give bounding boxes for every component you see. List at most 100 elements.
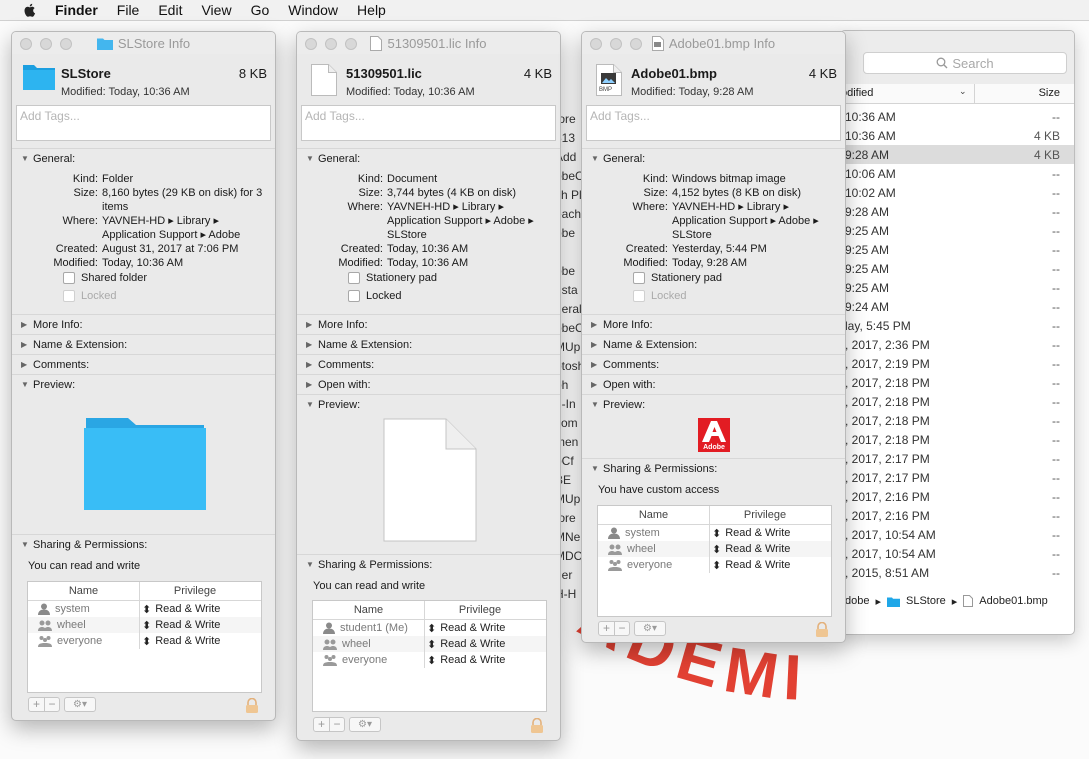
column-name[interactable]: Name	[28, 582, 140, 600]
section-general[interactable]: ▼ General:	[582, 148, 845, 168]
section-comments[interactable]: ▶ Comments:	[582, 354, 845, 374]
file-row[interactable]: 9:28 AM --	[841, 202, 1074, 221]
tags-field[interactable]: Add Tags...	[301, 105, 556, 141]
section-open-with[interactable]: ▶ Open with:	[582, 374, 845, 394]
section-general[interactable]: ▼ General:	[297, 148, 560, 168]
file-row[interactable]: 9:28 AM 4 KB	[841, 145, 1074, 164]
locked-checkbox[interactable]: Locked	[348, 290, 401, 302]
menu-go[interactable]: Go	[251, 2, 270, 18]
file-row[interactable]: 9:25 AM --	[841, 240, 1074, 259]
column-name[interactable]: Name	[598, 506, 710, 524]
stepper-icon[interactable]: ⬍	[142, 603, 151, 616]
section-preview[interactable]: ▼ Preview:	[12, 374, 275, 394]
chevron-down-icon[interactable]: ⌄	[959, 86, 967, 97]
file-row[interactable]: , 2017, 2:18 PM --	[841, 373, 1074, 392]
column-divider[interactable]	[974, 84, 975, 104]
file-row[interactable]: 10:06 AM --	[841, 164, 1074, 183]
stepper-icon[interactable]: ⬍	[142, 635, 151, 648]
stepper-icon[interactable]: ⬍	[142, 619, 151, 632]
section-more-info[interactable]: ▶ More Info:	[297, 314, 560, 334]
file-row[interactable]: , 2015, 8:51 AM --	[841, 563, 1074, 582]
lock-icon[interactable]	[530, 718, 544, 734]
menu-edit[interactable]: Edit	[158, 2, 182, 18]
menu-file[interactable]: File	[117, 2, 140, 18]
file-row[interactable]: , 2017, 10:54 AM --	[841, 525, 1074, 544]
section-sharing[interactable]: ▼ Sharing & Permissions:	[12, 534, 275, 554]
add-button[interactable]: +	[314, 718, 329, 731]
file-row[interactable]: 9:25 AM --	[841, 278, 1074, 297]
section-name-extension[interactable]: ▶ Name & Extension:	[12, 334, 275, 354]
gear-menu-button[interactable]: ⚙▾	[64, 697, 96, 712]
section-sharing[interactable]: ▼ Sharing & Permissions:	[582, 458, 845, 478]
section-preview[interactable]: ▼ Preview:	[297, 394, 560, 414]
file-row[interactable]: , 2017, 2:18 PM --	[841, 411, 1074, 430]
shared-folder-checkbox[interactable]: Shared folder	[63, 272, 147, 284]
minimize-button[interactable]	[610, 38, 622, 50]
file-row[interactable]: 10:36 AM --	[841, 107, 1074, 126]
permission-row[interactable]: everyone ⬍ Read & Write	[28, 633, 261, 649]
title-bar[interactable]: 51309501.lic Info	[297, 32, 560, 54]
stepper-icon[interactable]: ⬍	[427, 622, 436, 635]
permission-row[interactable]: system ⬍ Read & Write	[28, 601, 261, 617]
file-row[interactable]: lay, 5:45 PM --	[841, 316, 1074, 335]
permission-row[interactable]: wheel ⬍ Read & Write	[313, 636, 546, 652]
title-bar[interactable]: Adobe01.bmp Info	[582, 32, 845, 54]
column-size[interactable]: Size	[1039, 87, 1060, 99]
close-button[interactable]	[20, 38, 32, 50]
remove-button[interactable]: −	[614, 622, 629, 635]
stationery-pad-checkbox[interactable]: Stationery pad	[348, 272, 437, 284]
remove-button[interactable]: −	[329, 718, 344, 731]
search-field[interactable]: Search	[863, 52, 1067, 74]
lock-icon[interactable]	[815, 622, 829, 638]
column-privilege[interactable]: Privilege	[710, 506, 820, 524]
section-more-info[interactable]: ▶ More Info:	[582, 314, 845, 334]
file-row[interactable]: , 2017, 2:18 PM --	[841, 430, 1074, 449]
apple-menu-icon[interactable]	[22, 2, 38, 18]
section-more-info[interactable]: ▶ More Info:	[12, 314, 275, 334]
file-row[interactable]: 10:02 AM --	[841, 183, 1074, 202]
add-button[interactable]: +	[29, 698, 44, 711]
column-privilege[interactable]: Privilege	[140, 582, 250, 600]
stepper-icon[interactable]: ⬍	[712, 543, 721, 556]
file-row[interactable]: 9:24 AM --	[841, 297, 1074, 316]
section-preview[interactable]: ▼ Preview:	[582, 394, 845, 414]
locked-checkbox[interactable]: Locked	[63, 290, 116, 302]
column-name[interactable]: Name	[313, 601, 425, 619]
section-name-extension[interactable]: ▶ Name & Extension:	[582, 334, 845, 354]
path-segment-file[interactable]: Adobe01.bmp	[979, 595, 1048, 607]
section-comments[interactable]: ▶ Comments:	[297, 354, 560, 374]
minimize-button[interactable]	[325, 38, 337, 50]
stepper-icon[interactable]: ⬍	[712, 559, 721, 572]
locked-checkbox[interactable]: Locked	[633, 290, 686, 302]
file-row[interactable]: , 2017, 2:17 PM --	[841, 449, 1074, 468]
file-row[interactable]: , 2017, 2:16 PM --	[841, 487, 1074, 506]
zoom-button[interactable]	[345, 38, 357, 50]
file-row[interactable]: , 2017, 2:19 PM --	[841, 354, 1074, 373]
menu-finder[interactable]: Finder	[55, 2, 98, 18]
stepper-icon[interactable]: ⬍	[427, 638, 436, 651]
file-row[interactable]: , 2017, 10:54 AM --	[841, 544, 1074, 563]
zoom-button[interactable]	[630, 38, 642, 50]
section-sharing[interactable]: ▼ Sharing & Permissions:	[297, 554, 560, 574]
lock-icon[interactable]	[245, 698, 259, 714]
permission-row[interactable]: system ⬍ Read & Write	[598, 525, 831, 541]
minimize-button[interactable]	[40, 38, 52, 50]
section-name-extension[interactable]: ▶ Name & Extension:	[297, 334, 560, 354]
menu-window[interactable]: Window	[288, 2, 338, 18]
file-row[interactable]: 10:36 AM 4 KB	[841, 126, 1074, 145]
menu-view[interactable]: View	[201, 2, 231, 18]
path-segment-adobe[interactable]: dobe	[845, 595, 869, 607]
file-row[interactable]: , 2017, 2:18 PM --	[841, 392, 1074, 411]
file-row[interactable]: 9:25 AM --	[841, 221, 1074, 240]
gear-menu-button[interactable]: ⚙▾	[634, 621, 666, 636]
file-row[interactable]: 9:25 AM --	[841, 259, 1074, 278]
permission-row[interactable]: wheel ⬍ Read & Write	[28, 617, 261, 633]
permission-row[interactable]: everyone ⬍ Read & Write	[313, 652, 546, 668]
close-button[interactable]	[305, 38, 317, 50]
tags-field[interactable]: Add Tags...	[586, 105, 841, 141]
zoom-button[interactable]	[60, 38, 72, 50]
file-row[interactable]: , 2017, 2:16 PM --	[841, 506, 1074, 525]
tags-field[interactable]: Add Tags...	[16, 105, 271, 141]
permission-row[interactable]: wheel ⬍ Read & Write	[598, 541, 831, 557]
file-row[interactable]: , 2017, 2:17 PM --	[841, 468, 1074, 487]
